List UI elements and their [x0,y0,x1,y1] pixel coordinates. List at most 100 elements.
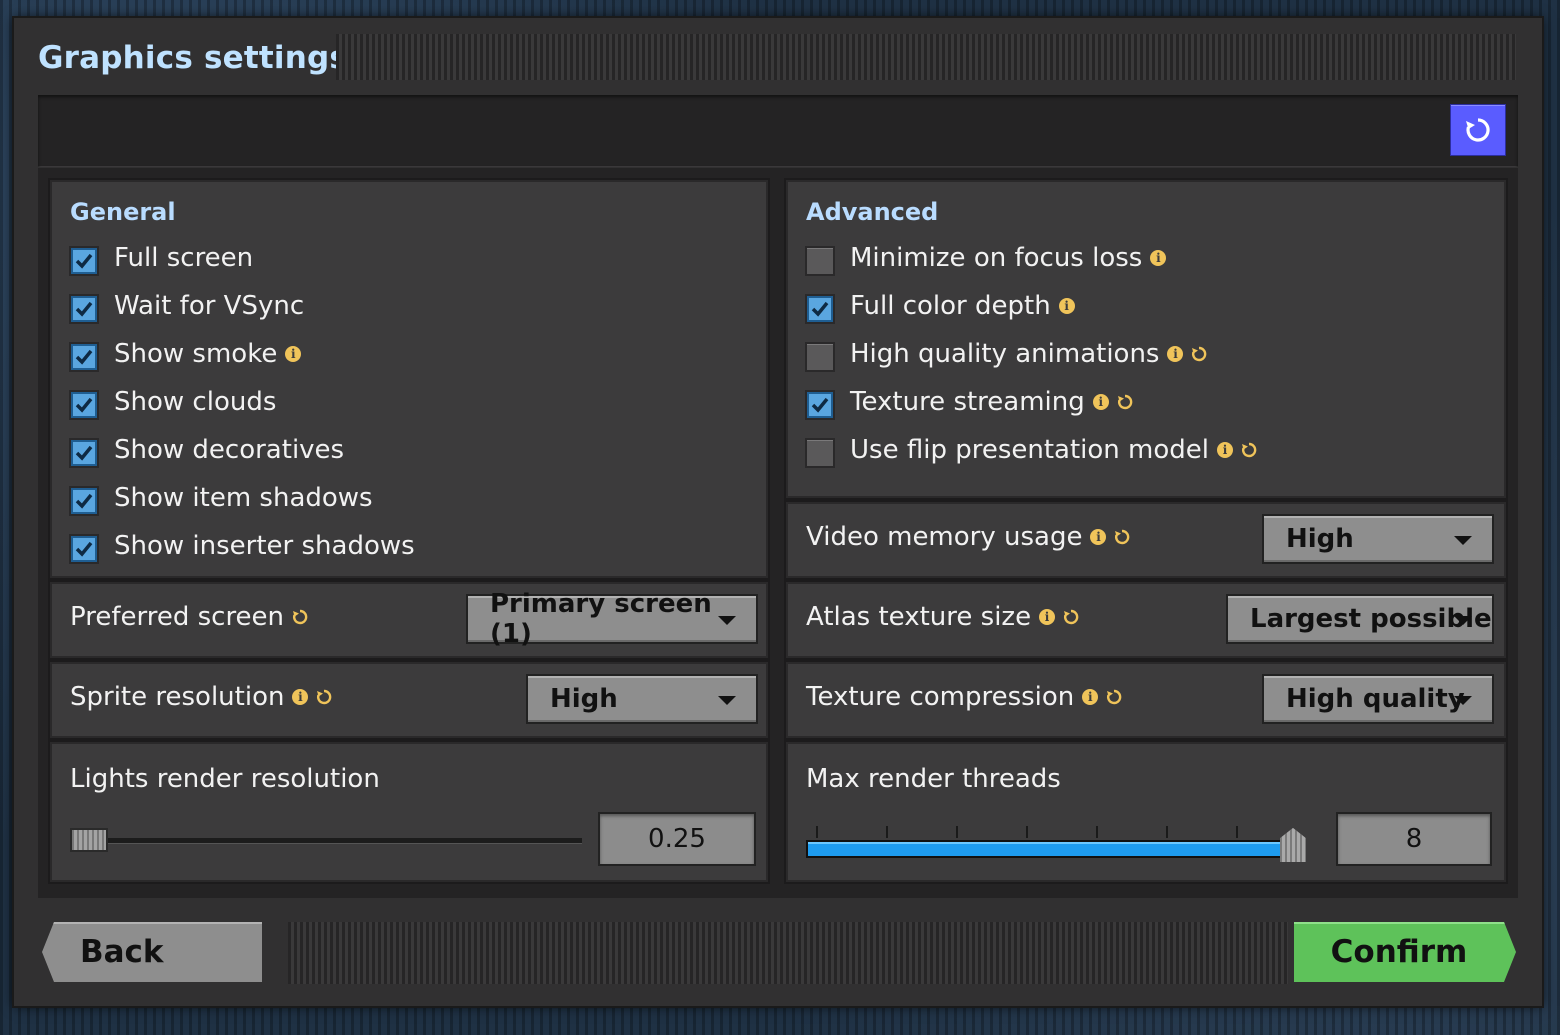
lights-render-panel: Lights render resolution 0.25 [50,742,768,882]
graphics-settings-window: Graphics settings General Full screen Wai… [14,18,1542,1006]
video-memory-value: High [1286,524,1354,554]
checkmark-icon [811,397,829,413]
chevron-down-icon [718,696,736,705]
advanced-heading: Advanced [806,198,939,226]
atlas-texture-panel: Atlas texture size i Largest possible [786,582,1506,658]
back-button[interactable]: Back [42,922,262,982]
info-icon[interactable]: i [292,689,309,705]
chevron-down-icon [1454,536,1472,545]
slider-tick [1026,826,1028,838]
info-icon[interactable]: i [285,346,302,362]
preferred-screen-dropdown[interactable]: Primary screen (1) [466,589,758,649]
general-checkbox-text: Show item shadows [114,483,373,513]
max-render-threads-label: Max render threads [806,764,1061,794]
checkmark-icon [811,301,829,317]
preferred-screen-value: Primary screen (1) [490,589,712,649]
advanced-checkbox-label-3: Texture streaming i [850,387,1134,417]
advanced-checkbox-label-1: Full color depth i [850,291,1075,321]
reset-defaults-icon [1466,118,1490,142]
advanced-checkbox-text: Use flip presentation model [850,435,1209,465]
max-render-threads-value-box[interactable]: 8 [1336,812,1492,866]
chevron-down-icon [1454,696,1472,705]
general-checkbox-text: Show inserter shadows [114,531,415,561]
info-icon[interactable]: i [1092,394,1109,410]
atlas-texture-text: Atlas texture size [806,602,1032,632]
advanced-checkbox-2[interactable] [805,342,835,372]
advanced-checkbox-label-0: Minimize on focus loss i [850,243,1167,273]
info-icon[interactable]: i [1039,609,1056,625]
video-memory-dropdown[interactable]: High [1262,514,1494,564]
general-checkbox-label-2: Show smoke i [114,339,302,369]
advanced-checkbox-text: Minimize on focus loss [850,243,1143,273]
texture-compression-text: Texture compression [806,682,1075,712]
slider-tick [1166,826,1168,838]
advanced-checkbox-label-2: High quality animations i [850,339,1208,369]
advanced-checkbox-4[interactable] [805,438,835,468]
checkmark-icon [75,253,93,269]
lights-slider-track[interactable] [74,838,582,843]
atlas-texture-label: Atlas texture size i [806,602,1080,632]
threads-slider-handle[interactable] [1280,828,1306,862]
threads-slider-fill [808,842,1292,856]
info-icon[interactable]: i [1082,689,1099,705]
info-icon[interactable]: i [1090,529,1107,545]
max-render-threads-panel: Max render threads 8 [786,742,1506,882]
slider-tick [1236,826,1238,838]
texture-compression-dropdown[interactable]: High quality [1262,674,1494,724]
info-icon[interactable]: i [1150,250,1167,266]
info-icon[interactable]: i [1167,346,1184,362]
advanced-checkbox-3[interactable] [805,390,835,420]
general-checkbox-2[interactable] [69,342,99,372]
general-checkbox-panel: General Full screen Wait for VSync Show sm… [50,180,768,578]
texture-compression-label: Texture compression i [806,682,1123,712]
sprite-resolution-value: High [550,684,618,714]
advanced-checkbox-text: Texture streaming [850,387,1085,417]
sprite-resolution-panel: Sprite resolution i High [50,662,768,738]
general-checkbox-text: Full screen [114,243,254,273]
atlas-texture-dropdown[interactable]: Largest possible [1226,594,1494,644]
threads-slider-track[interactable] [806,840,1306,858]
general-checkbox-label-0: Full screen [114,243,253,273]
sprite-resolution-dropdown[interactable]: High [526,674,758,724]
checkmark-icon [75,541,93,557]
lights-render-value-box[interactable]: 0.25 [598,812,756,866]
general-checkbox-text: Show clouds [114,387,277,417]
lights-slider-handle[interactable] [70,828,108,852]
lights-render-label: Lights render resolution [70,764,380,794]
checkmark-icon [75,397,93,413]
restart-required-icon [293,609,308,625]
general-checkbox-6[interactable] [69,534,99,564]
slider-tick [886,826,888,838]
texture-compression-value: High quality [1286,684,1465,714]
video-memory-text: Video memory usage [806,522,1083,552]
general-checkbox-text: Show smoke [114,339,278,369]
preferred-screen-label: Preferred screen [70,602,309,632]
general-checkbox-label-3: Show clouds [114,387,276,417]
footer-drag-handle [288,922,1288,984]
general-checkbox-label-4: Show decoratives [114,435,344,465]
restart-required-icon [1241,442,1257,458]
restart-required-icon [317,689,332,705]
window-drag-handle[interactable] [336,34,1516,80]
advanced-checkbox-1[interactable] [805,294,835,324]
video-memory-label: Video memory usage i [806,522,1131,552]
general-checkbox-4[interactable] [69,438,99,468]
general-checkbox-label-6: Show inserter shadows [114,531,415,561]
confirm-button[interactable]: Confirm [1294,922,1516,982]
general-checkbox-1[interactable] [69,294,99,324]
settings-content: General Full screen Wait for VSync Show sm… [38,168,1518,898]
sprite-resolution-text: Sprite resolution [70,682,285,712]
window-title: Graphics settings [38,40,349,76]
general-checkbox-3[interactable] [69,390,99,420]
general-checkbox-5[interactable] [69,486,99,516]
advanced-checkbox-0[interactable] [805,246,835,276]
sprite-resolution-label: Sprite resolution i [70,682,333,712]
advanced-checkbox-text: Full color depth [850,291,1051,321]
info-icon[interactable]: i [1217,442,1233,458]
info-icon[interactable]: i [1058,298,1075,314]
restart-required-icon [1192,346,1207,362]
restart-required-icon [1107,689,1122,705]
general-checkbox-0[interactable] [69,246,99,276]
reset-defaults-button[interactable] [1450,104,1506,156]
advanced-checkbox-panel: Advanced Minimize on focus loss i Full col… [786,180,1506,498]
